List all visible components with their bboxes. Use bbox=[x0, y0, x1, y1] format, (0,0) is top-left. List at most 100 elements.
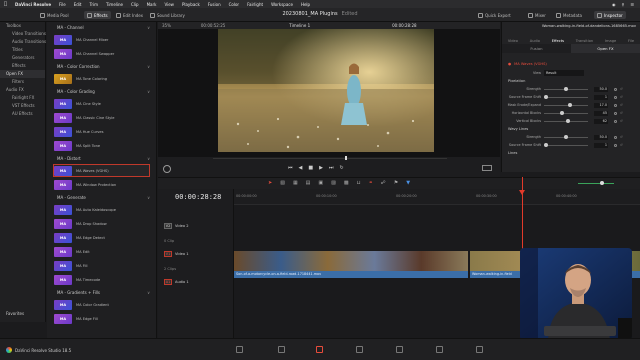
track-header[interactable]: V1 Video 1 bbox=[164, 251, 189, 257]
bin-item[interactable]: Open FX bbox=[0, 70, 45, 78]
scrubber-track[interactable] bbox=[213, 158, 447, 159]
bin-item[interactable]: Generators bbox=[0, 54, 45, 62]
parameter-slider[interactable] bbox=[544, 103, 588, 107]
effects-group-header[interactable]: MA - Gradients + Fills ∨ bbox=[47, 287, 156, 297]
timeline-timecode[interactable]: 00:00:28:28 bbox=[175, 193, 221, 201]
deliver-page-icon[interactable] bbox=[476, 346, 483, 353]
effect-item[interactable]: MA MA Timecode bbox=[53, 273, 150, 286]
parameter-value[interactable]: 62 bbox=[594, 118, 608, 124]
menu-help[interactable]: Help bbox=[301, 2, 310, 7]
parameter-section-header[interactable]: Pixelation bbox=[502, 77, 640, 85]
reverse-icon[interactable]: ◀ bbox=[299, 165, 303, 171]
first-frame-icon[interactable]: ⏮ bbox=[288, 165, 293, 171]
reset-icon[interactable]: ↺ bbox=[620, 95, 623, 99]
reset-icon[interactable]: ↺ bbox=[620, 143, 623, 147]
zoom-level[interactable]: 35% bbox=[162, 23, 171, 28]
tab-effects[interactable]: Effects bbox=[552, 39, 564, 43]
effects-group-header[interactable]: MA - Channel ∨ bbox=[47, 22, 156, 32]
timeline-ruler[interactable]: 00:00:00:00 00:00:10:00 00:00:20:00 00:00:3… bbox=[234, 189, 640, 205]
volume-knob[interactable] bbox=[600, 181, 604, 185]
timeline-name[interactable]: Timeline 1 bbox=[289, 23, 310, 28]
effect-item[interactable]: MA MA Edge Detect bbox=[53, 231, 150, 244]
track-header[interactable]: A1 Audio 1 bbox=[164, 279, 189, 285]
position-lock-icon[interactable]: ☍ bbox=[381, 180, 386, 186]
effect-item[interactable]: MA MA Classic Cine Style bbox=[53, 111, 150, 124]
menu-clip[interactable]: Clip bbox=[131, 2, 139, 7]
reset-icon[interactable]: ↺ bbox=[620, 119, 623, 123]
menu-fusion[interactable]: Fusion bbox=[208, 2, 221, 7]
effect-enable-icon[interactable]: ● bbox=[508, 62, 511, 66]
effect-item[interactable]: MA MA Waves (VGHS) bbox=[53, 164, 150, 177]
chevron-down-icon[interactable]: ∨ bbox=[147, 195, 150, 200]
chevron-down-icon[interactable]: ∨ bbox=[147, 89, 150, 94]
track-tag[interactable]: A1 bbox=[164, 279, 172, 285]
wifi-icon[interactable]: ◉ bbox=[612, 2, 616, 7]
tab-video[interactable]: Video bbox=[508, 39, 518, 43]
bin-item[interactable]: Toolbox bbox=[0, 22, 45, 30]
effects-group-header[interactable]: MA - Color Correction ∨ bbox=[47, 61, 156, 71]
parameter-slider[interactable] bbox=[544, 143, 588, 147]
track-tag[interactable]: V2 bbox=[164, 223, 172, 229]
menu-workspace[interactable]: Workspace bbox=[271, 2, 293, 7]
parameter-slider[interactable] bbox=[544, 87, 588, 91]
replace-icon[interactable]: ▩ bbox=[344, 180, 349, 186]
menu-color[interactable]: Color bbox=[229, 2, 239, 7]
menu-app-name[interactable]: DaVinci Resolve bbox=[15, 2, 51, 7]
playhead-handle[interactable] bbox=[519, 190, 525, 195]
effect-item[interactable]: MA MA Color Gradient bbox=[53, 298, 150, 311]
insert-icon[interactable]: ▣ bbox=[318, 180, 323, 186]
view-dropdown[interactable]: Result bbox=[544, 70, 584, 76]
effect-item[interactable]: MA MA Channel Swapper bbox=[53, 47, 150, 60]
parameter-value[interactable]: 1 bbox=[594, 142, 608, 148]
bin-item[interactable]: Audio FX bbox=[0, 86, 45, 94]
effect-item[interactable]: MA MA Hue Curves bbox=[53, 125, 150, 138]
slider-knob[interactable] bbox=[544, 143, 549, 147]
slider-knob[interactable] bbox=[564, 135, 568, 139]
media-page-icon[interactable] bbox=[236, 346, 243, 353]
chevron-down-icon[interactable]: ∨ bbox=[147, 64, 150, 69]
effect-item[interactable]: MA MA Window Protection bbox=[53, 178, 150, 191]
flag-icon[interactable]: ⚑ bbox=[394, 180, 398, 186]
keyframe-icon[interactable] bbox=[614, 143, 617, 147]
menu-timeline[interactable]: Timeline bbox=[106, 2, 123, 7]
viewer-options-icon[interactable] bbox=[163, 165, 171, 173]
effects-group-header[interactable]: MA - Generate ∨ bbox=[47, 192, 156, 202]
apple-icon[interactable]:  bbox=[4, 1, 7, 7]
favorites-header[interactable]: Favorites bbox=[0, 310, 45, 318]
tab-image[interactable]: Image bbox=[605, 39, 616, 43]
keyframe-icon[interactable] bbox=[614, 135, 617, 139]
bin-item[interactable]: Fairlight FX bbox=[0, 94, 45, 102]
control-center-icon[interactable]: ☰ bbox=[630, 2, 634, 7]
menu-mark[interactable]: Mark bbox=[147, 2, 157, 7]
menu-fairlight[interactable]: Fairlight bbox=[247, 2, 263, 7]
slider-knob[interactable] bbox=[544, 95, 549, 99]
chevron-down-icon[interactable]: ∨ bbox=[147, 290, 150, 295]
bin-item[interactable]: Titles bbox=[0, 46, 45, 54]
slider-knob[interactable] bbox=[559, 111, 564, 115]
inspector-button[interactable]: Inspector bbox=[594, 11, 626, 19]
keyframe-icon[interactable] bbox=[614, 111, 617, 115]
effect-item[interactable]: MA MA Split Tone bbox=[53, 139, 150, 152]
parameter-value[interactable]: 50.0 bbox=[594, 134, 608, 140]
track-tag[interactable]: V1 bbox=[164, 251, 172, 257]
slider-knob[interactable] bbox=[567, 103, 572, 107]
menu-trim[interactable]: Trim bbox=[89, 2, 98, 7]
selection-tool-icon[interactable]: ➤ bbox=[268, 180, 272, 186]
effect-item[interactable]: MA MA Drop Shadow bbox=[53, 217, 150, 230]
bin-item[interactable]: Video Transitions bbox=[0, 30, 46, 38]
snapping-icon[interactable]: ⊔ bbox=[357, 180, 361, 186]
menu-edit[interactable]: Edit bbox=[74, 2, 82, 7]
search-icon[interactable]: ⚲ bbox=[621, 2, 624, 7]
slider-knob[interactable] bbox=[564, 87, 568, 91]
keyframe-icon[interactable] bbox=[614, 95, 617, 99]
effect-item[interactable]: MA MA Edit bbox=[53, 245, 150, 258]
fusion-page-icon[interactable] bbox=[356, 346, 363, 353]
menu-view[interactable]: View bbox=[164, 2, 174, 7]
color-page-icon[interactable] bbox=[396, 346, 403, 353]
parameter-slider[interactable] bbox=[544, 119, 588, 123]
parameter-value[interactable]: 1 bbox=[594, 94, 608, 100]
edit-page-icon[interactable] bbox=[316, 346, 323, 353]
effect-item[interactable]: MA MA Edge Fill bbox=[53, 312, 150, 325]
parameter-value[interactable]: 17.0 bbox=[594, 102, 608, 108]
keyframe-icon[interactable] bbox=[614, 87, 617, 91]
